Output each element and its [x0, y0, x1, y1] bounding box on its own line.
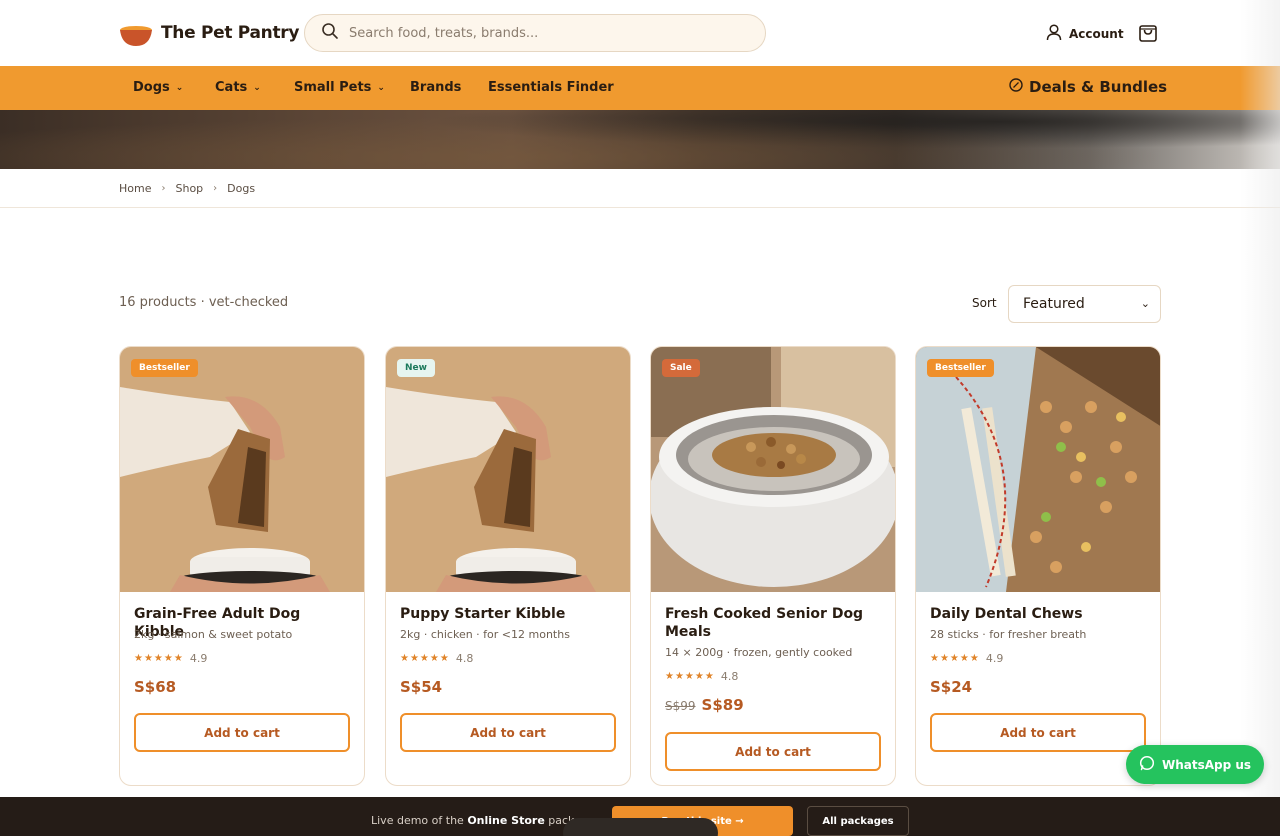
site-header: The Pet Pantry Account: [0, 0, 1280, 66]
nav-item-essentials-finder[interactable]: Essentials Finder: [488, 80, 614, 95]
deals-label: Deals & Bundles: [1029, 78, 1168, 96]
nav-item-brands[interactable]: Brands: [410, 80, 461, 95]
shopping-bag-icon: [1137, 25, 1159, 47]
add-to-cart-button[interactable]: Add to cart: [400, 713, 616, 752]
product-card[interactable]: Bestseller Grain-Free Adult Dog Kibble 2…: [119, 346, 365, 786]
product-card[interactable]: Sale Fresh Cooked Senior Dog Meals 14 × …: [650, 346, 896, 786]
brand-logo[interactable]: The Pet Pantry: [119, 18, 299, 48]
account-label: Account: [1069, 26, 1124, 41]
sort-select[interactable]: Featured ⌄: [1008, 285, 1161, 323]
chevron-down-icon: ⌄: [377, 82, 385, 93]
sort-value: Featured: [1023, 296, 1085, 312]
product-card[interactable]: New Puppy Starter Kibble 2kg · chicken ·…: [385, 346, 631, 786]
original-price: S$99: [665, 699, 696, 713]
price-value: S$54: [400, 678, 443, 696]
nav-item-cats[interactable]: Cats ⌄: [215, 80, 261, 95]
price-value: S$89: [701, 696, 744, 714]
nav-label: Cats: [215, 80, 248, 95]
add-to-cart-button[interactable]: Add to cart: [930, 713, 1146, 752]
breadcrumb-home[interactable]: Home: [119, 182, 151, 195]
product-image[interactable]: [120, 347, 364, 592]
breadcrumb-dogs: Dogs: [227, 181, 256, 195]
product-rating: ★★★★★ 4.9: [134, 652, 207, 665]
deals-link[interactable]: Deals & Bundles: [1009, 78, 1167, 96]
chevron-right-icon: ›: [161, 182, 166, 194]
add-to-cart-button[interactable]: Add to cart: [665, 732, 881, 771]
nav-item-small-pets[interactable]: Small Pets ⌄: [294, 80, 385, 95]
rating-value: 4.8: [455, 652, 474, 665]
whatsapp-label: WhatsApp us: [1161, 757, 1252, 772]
product-badge: Bestseller: [927, 359, 994, 377]
nav-label: Essentials Finder: [488, 80, 614, 95]
product-price: S$24: [930, 678, 972, 696]
rating-value: 4.9: [985, 652, 1004, 665]
product-image[interactable]: [916, 347, 1160, 592]
product-title[interactable]: Puppy Starter Kibble: [400, 605, 620, 623]
brand-name: The Pet Pantry: [161, 23, 300, 43]
account-link[interactable]: Account: [1045, 23, 1124, 44]
product-rating: ★★★★★ 4.9: [930, 652, 1003, 665]
product-price: S$68: [134, 678, 176, 696]
user-icon: [1045, 23, 1063, 44]
star-rating-icon: ★★★★★: [134, 653, 184, 664]
price-value: S$68: [134, 678, 177, 696]
chevron-down-icon: ⌄: [175, 82, 184, 93]
product-card[interactable]: Bestseller Daily Dental Chews 28 sticks …: [915, 346, 1161, 786]
product-badge: New: [397, 359, 435, 377]
product-subtitle: 2kg · salmon & sweet potato: [134, 628, 293, 641]
star-rating-icon: ★★★★★: [930, 653, 980, 664]
product-price: S$54: [400, 678, 442, 696]
chevron-down-icon: ⌄: [253, 82, 261, 93]
search-icon: [321, 22, 339, 44]
whatsapp-button[interactable]: WhatsApp us: [1126, 745, 1264, 784]
search-bar: [304, 14, 766, 52]
nav-label: Dogs: [133, 80, 170, 95]
product-title[interactable]: Daily Dental Chews: [930, 605, 1150, 623]
demo-text: Live demo of the Online Store pack: [371, 814, 574, 827]
star-rating-icon: ★★★★★: [400, 653, 450, 664]
main-nav: Dogs ⌄ Cats ⌄ Small Pets ⌄ Brands Essent…: [0, 66, 1280, 110]
nav-label: Small Pets: [294, 80, 372, 95]
cart-button[interactable]: [1137, 21, 1159, 43]
product-badge: Sale: [662, 359, 700, 377]
product-title[interactable]: Fresh Cooked Senior Dog Meals: [665, 605, 885, 641]
chat-bubble-icon: [1139, 755, 1155, 774]
add-to-cart-button[interactable]: Add to cart: [134, 713, 350, 752]
demo-text-prefix: Live demo of the: [371, 814, 464, 827]
nav-item-dogs[interactable]: Dogs ⌄: [133, 80, 183, 95]
product-badge: Bestseller: [131, 359, 198, 377]
search-input[interactable]: [349, 25, 739, 41]
product-rating: ★★★★★ 4.8: [665, 670, 738, 683]
bowl-icon: [119, 18, 153, 48]
star-rating-icon: ★★★★★: [665, 671, 715, 682]
demo-text-bold: Online Store: [467, 814, 545, 827]
product-subtitle: 14 × 200g · frozen, gently cooked: [665, 646, 853, 659]
breadcrumb: Home › Shop › Dogs: [0, 169, 1280, 208]
chevron-down-icon: ⌄: [1140, 297, 1150, 310]
product-price: S$99 S$89: [665, 696, 744, 714]
nav-label: Brands: [410, 80, 462, 95]
badge-percent-icon: [1009, 78, 1023, 96]
hero-banner-image: [0, 110, 1280, 169]
price-value: S$24: [930, 678, 973, 696]
rating-value: 4.8: [720, 670, 739, 683]
sort-label: Sort: [972, 296, 997, 310]
product-subtitle: 2kg · chicken · for <12 months: [400, 628, 570, 641]
breadcrumb-shop[interactable]: Shop: [175, 182, 203, 195]
product-subtitle: 28 sticks · for fresher breath: [930, 628, 1087, 641]
chevron-right-icon: ›: [213, 182, 218, 194]
product-image[interactable]: [651, 347, 895, 592]
all-packages-button[interactable]: All packages: [807, 806, 909, 836]
floating-toolbar[interactable]: [563, 818, 718, 836]
product-image[interactable]: [386, 347, 630, 592]
rating-value: 4.9: [189, 652, 208, 665]
product-count: 16 products · vet-checked: [119, 295, 289, 310]
product-rating: ★★★★★ 4.8: [400, 652, 473, 665]
